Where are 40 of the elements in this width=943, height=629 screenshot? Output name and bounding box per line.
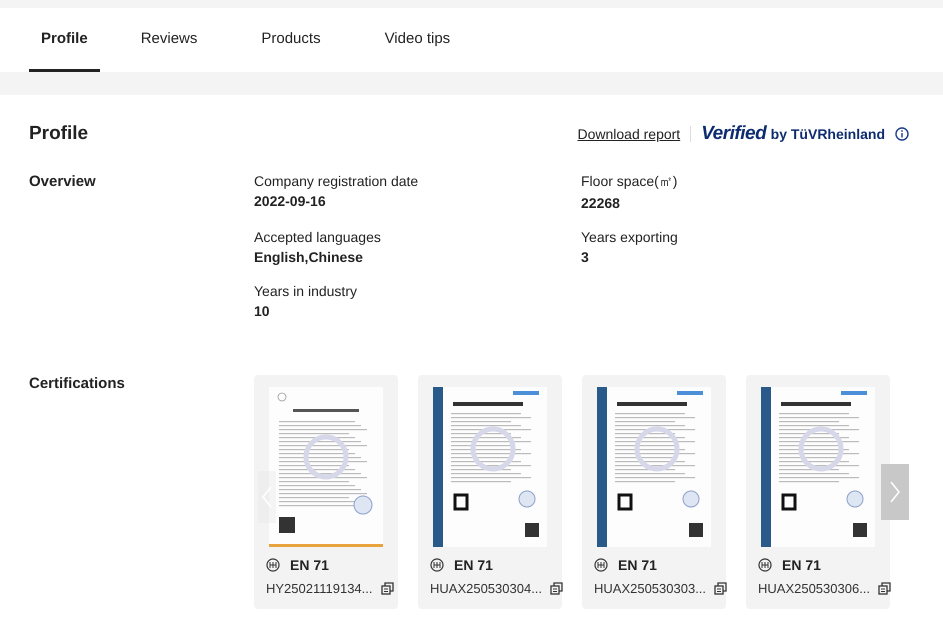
certificate-card[interactable]: EN 71 HUAX250530304... xyxy=(418,375,562,609)
field-value: 2022-09-16 xyxy=(254,193,327,209)
certificate-name: EN 71 xyxy=(618,557,657,573)
copy-icon[interactable] xyxy=(550,582,564,595)
certificate-card[interactable]: EN 71 HY25021119134... xyxy=(254,375,398,609)
field-label: Accepted languages xyxy=(254,229,382,245)
certification-mark-icon xyxy=(430,558,444,572)
field-label: Floor space(㎡) xyxy=(581,173,678,191)
copy-icon[interactable] xyxy=(878,582,892,595)
certification-mark-icon xyxy=(266,558,280,572)
section-heading: Overview xyxy=(29,173,96,190)
section-heading: Certifications xyxy=(29,375,125,392)
tab[interactable]: Products xyxy=(249,8,333,72)
copy-icon[interactable] xyxy=(714,582,728,595)
certificate-name: EN 71 xyxy=(454,557,493,573)
copy-icon[interactable] xyxy=(380,582,394,595)
certificate-card[interactable]: EN 71 HUAX250530303... xyxy=(582,375,726,609)
tab[interactable]: Video tips xyxy=(372,8,462,72)
field-value: English,Chinese xyxy=(254,249,364,265)
certification-mark-icon xyxy=(758,558,772,572)
certificate-number: HUAX250530303... xyxy=(594,581,706,596)
certificate-number: HUAX250530304... xyxy=(430,581,542,596)
download-report-link[interactable]: Download report xyxy=(577,126,680,142)
field-value: 22268 xyxy=(581,195,621,211)
certificate-card[interactable]: EN 71 HUAX250530306... xyxy=(746,375,890,609)
field-label: Years in industry xyxy=(254,283,358,299)
field-value: 3 xyxy=(581,249,590,265)
info-icon[interactable] xyxy=(895,127,909,141)
field-label: Years exporting xyxy=(581,229,679,245)
field-label: Company registration date xyxy=(254,173,420,189)
certificate-name: EN 71 xyxy=(782,557,821,573)
certificate-number: HUAX250530306... xyxy=(758,581,870,596)
tab[interactable]: Reviews xyxy=(128,8,210,72)
field-value: 10 xyxy=(254,303,271,319)
certificate-number: HY25021119134... xyxy=(266,581,372,596)
certification-mark-icon xyxy=(594,558,608,572)
verified-logo: Verified by TüVRheinland xyxy=(701,123,885,145)
certificate-name: EN 71 xyxy=(290,557,329,573)
section-title: Profile xyxy=(29,123,88,145)
chevron-right-icon xyxy=(890,481,900,503)
